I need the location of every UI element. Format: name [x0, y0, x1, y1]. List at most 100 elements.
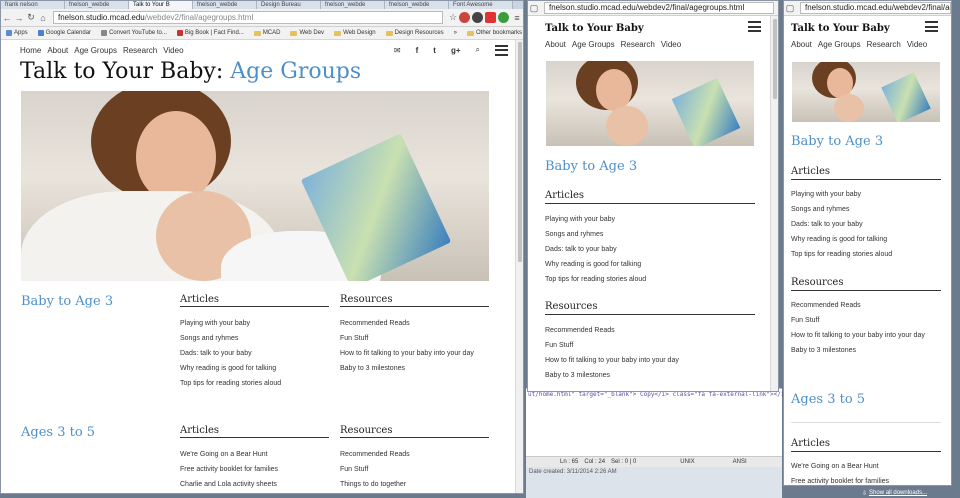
- article-link[interactable]: We're Going on a Bear Hunt: [791, 459, 889, 474]
- nav-research[interactable]: Research: [867, 40, 901, 49]
- article-link[interactable]: Dads: talk to your baby: [791, 217, 892, 232]
- article-link[interactable]: Why reading is good for talking: [791, 232, 892, 247]
- extension-icon-dark[interactable]: [472, 12, 483, 23]
- article-link[interactable]: Top tips for reading stories aloud: [180, 376, 330, 391]
- resource-link[interactable]: Things to do together: [340, 477, 490, 492]
- resource-link[interactable]: Fun Stuff: [791, 313, 925, 328]
- back-icon[interactable]: ←: [1, 13, 13, 23]
- tab-6[interactable]: fnelson_webde: [385, 1, 449, 9]
- hamburger-menu-icon[interactable]: [925, 21, 938, 32]
- scrollbar-thumb[interactable]: [773, 19, 777, 99]
- bookmark-mcad[interactable]: MCAD: [249, 30, 286, 36]
- article-link[interactable]: Top tips for reading stories aloud: [791, 247, 892, 262]
- article-link[interactable]: Why reading is good for talking: [180, 361, 330, 376]
- site-brand[interactable]: Talk to Your Baby: [791, 23, 890, 34]
- article-link[interactable]: Playing with your baby: [791, 187, 892, 202]
- hamburger-menu-icon[interactable]: [748, 21, 761, 32]
- articles-heading: Articles: [791, 438, 941, 452]
- facebook-icon[interactable]: f: [416, 46, 419, 55]
- article-link[interactable]: Dads: talk to your baby: [545, 242, 646, 257]
- address-bar-2[interactable]: fnelson.studio.mcad.edu/webdev2/final/ag…: [544, 2, 774, 14]
- bookmark-design-resources[interactable]: Design Resources: [381, 30, 449, 36]
- article-link[interactable]: Free activity booklet for families: [791, 474, 889, 485]
- bookmark-convert-youtube[interactable]: Convert YouTube to...: [96, 30, 172, 36]
- address-bar[interactable]: fnelson.studio.mcad.edu/webdev2/final/ag…: [53, 11, 443, 24]
- nav-home[interactable]: Home: [20, 46, 41, 55]
- nav-age-groups[interactable]: Age Groups: [74, 46, 117, 55]
- resource-link[interactable]: How to fit talking to your baby into you…: [791, 328, 925, 343]
- nav-age-groups[interactable]: Age Groups: [572, 40, 615, 49]
- resource-link[interactable]: Fun Stuff: [340, 462, 490, 477]
- nav-about[interactable]: About: [545, 40, 566, 49]
- resource-link[interactable]: Recommended Reads: [545, 323, 679, 338]
- resource-link[interactable]: Baby to 3 milestones: [791, 343, 925, 358]
- google-plus-icon[interactable]: g+: [451, 46, 461, 55]
- bookmark-google-calendar[interactable]: Google Calendar: [33, 30, 96, 36]
- extension-icon-red[interactable]: [459, 12, 470, 23]
- home-icon[interactable]: ⌂: [37, 13, 49, 23]
- article-link[interactable]: Playing with your baby: [545, 212, 646, 227]
- mail-icon[interactable]: ✉: [394, 46, 401, 55]
- address-bar-3[interactable]: fnelson.studio.mcad.edu/webdev2/final/ag…: [800, 2, 951, 14]
- forward-icon[interactable]: →: [13, 13, 25, 23]
- resource-link[interactable]: Baby to 3 milestones: [340, 361, 510, 376]
- editor-file-info: Date created: 3/11/2014 2:26 AM: [526, 467, 782, 498]
- nav-video[interactable]: Video: [907, 40, 927, 49]
- page-scrollbar-2[interactable]: [770, 16, 778, 391]
- hamburger-menu-icon[interactable]: [495, 44, 508, 56]
- nav-video[interactable]: Video: [163, 46, 183, 55]
- search-icon[interactable]: ⌕: [476, 45, 480, 55]
- extension-icon-abp[interactable]: [485, 12, 496, 23]
- article-link[interactable]: Playing with your baby: [180, 316, 330, 331]
- nav-research[interactable]: Research: [621, 40, 655, 49]
- site-brand[interactable]: Talk to Your Baby: [545, 23, 644, 34]
- article-link[interactable]: Songs and ryhmes: [545, 227, 646, 242]
- article-link[interactable]: Free activity booklet for families: [180, 462, 330, 477]
- bookmark-apps[interactable]: Apps: [1, 30, 33, 36]
- resource-link[interactable]: How to fit talking to your baby into you…: [340, 346, 510, 361]
- article-link[interactable]: Charlie and Lola activity sheets: [180, 477, 330, 492]
- article-link[interactable]: Dads: talk to your baby: [180, 346, 330, 361]
- nav-video[interactable]: Video: [661, 40, 681, 49]
- article-link[interactable]: Top tips for reading stories aloud: [545, 272, 646, 287]
- article-link[interactable]: We're Going on a Bear Hunt: [180, 447, 330, 462]
- resource-link[interactable]: Fun Stuff: [340, 331, 510, 346]
- article-link[interactable]: Songs and ryhmes: [791, 202, 892, 217]
- tab-5[interactable]: fnelson_webde: [321, 1, 385, 9]
- tab-1[interactable]: fnelson_webde: [65, 1, 129, 9]
- scrollbar-thumb[interactable]: [518, 42, 522, 262]
- bookmark-other[interactable]: Other bookmarks: [462, 30, 523, 36]
- section-heading-baby-to-3: Baby to Age 3: [545, 159, 638, 174]
- tab-4[interactable]: Design Bureau: [257, 1, 321, 9]
- mother-face: [596, 69, 632, 111]
- resource-link[interactable]: Recommended Reads: [340, 316, 510, 331]
- page-title: Talk to Your Baby: Age Groups: [20, 59, 361, 84]
- tab-2[interactable]: Talk to Your B: [129, 1, 193, 9]
- bookmark-big-book[interactable]: Big Book | Fact Find...: [172, 30, 249, 36]
- nav-age-groups[interactable]: Age Groups: [818, 40, 861, 49]
- bookmarks-overflow[interactable]: »: [449, 30, 462, 36]
- extension-icon-green[interactable]: [498, 12, 509, 23]
- resource-link[interactable]: Recommended Reads: [340, 447, 490, 462]
- nav-about[interactable]: About: [791, 40, 812, 49]
- nav-about[interactable]: About: [47, 46, 68, 55]
- bookmark-web-dev[interactable]: Web Dev: [285, 30, 329, 36]
- tab-3[interactable]: fnelson_webde: [193, 1, 257, 9]
- tab-0[interactable]: frank nelson: [1, 1, 65, 9]
- show-all-downloads[interactable]: ⇩ Show all downloads...: [862, 488, 927, 498]
- star-icon[interactable]: ☆: [447, 12, 459, 23]
- resource-link[interactable]: Recommended Reads: [791, 298, 925, 313]
- menu-icon[interactable]: ≡: [511, 13, 523, 23]
- page-scrollbar[interactable]: [515, 40, 523, 493]
- bookmark-web-design[interactable]: Web Design: [329, 30, 381, 36]
- resource-link[interactable]: Fun Stuff: [545, 338, 679, 353]
- resource-link[interactable]: How to fit talking to your baby into you…: [545, 353, 679, 368]
- nav-research[interactable]: Research: [123, 46, 157, 55]
- tab-7[interactable]: Font Awesome: [449, 1, 513, 9]
- twitter-icon[interactable]: t: [433, 46, 436, 55]
- resource-link[interactable]: Baby to 3 milestones: [545, 368, 679, 383]
- page-viewport-3: Talk to Your Baby About Age Groups Resea…: [784, 16, 951, 485]
- reload-icon[interactable]: ↻: [25, 12, 37, 23]
- article-link[interactable]: Songs and ryhmes: [180, 331, 330, 346]
- article-link[interactable]: Why reading is good for talking: [545, 257, 646, 272]
